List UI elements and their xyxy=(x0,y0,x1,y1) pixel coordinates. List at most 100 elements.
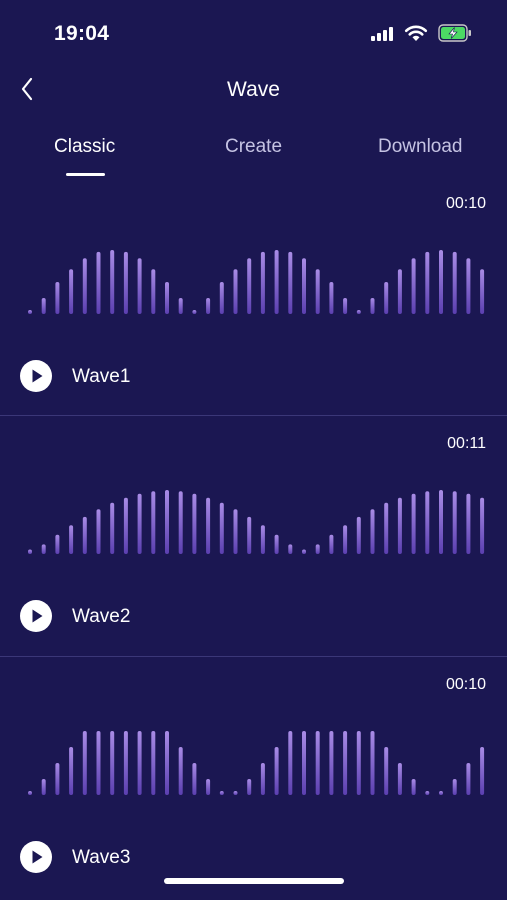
tab-create[interactable]: Create xyxy=(225,136,282,158)
tab-download[interactable]: Download xyxy=(378,136,463,158)
wave-bar xyxy=(233,509,238,554)
wave-name: Wave1 xyxy=(72,366,131,387)
play-icon[interactable] xyxy=(20,600,52,632)
wave-bar xyxy=(247,516,252,554)
wave-bar xyxy=(219,791,224,795)
wave-bar xyxy=(425,491,430,554)
wave-bar xyxy=(302,549,306,554)
wave-bar xyxy=(137,258,142,314)
wave-bar xyxy=(69,525,74,554)
wave-bar xyxy=(452,779,457,795)
wave-bar xyxy=(151,491,156,554)
wave-bars xyxy=(28,731,485,795)
wave-bar xyxy=(165,731,169,795)
wave-bar xyxy=(452,491,457,554)
wave-bar xyxy=(411,258,416,314)
wave-bar xyxy=(439,490,443,554)
wave-bar xyxy=(151,731,156,795)
tab-bar: Classic Create Download xyxy=(0,130,507,180)
wave-bar xyxy=(356,516,361,554)
wave-bars xyxy=(28,490,485,554)
signal-icon xyxy=(371,27,395,41)
wave-bar xyxy=(178,491,183,554)
wave-bar xyxy=(397,763,402,795)
wave-bar xyxy=(178,747,183,795)
wave-bar xyxy=(192,763,197,795)
wave-bar xyxy=(69,747,74,795)
wave-bar xyxy=(206,298,211,314)
wave-bar xyxy=(110,250,115,314)
wave-bar xyxy=(28,791,32,795)
wave-bar xyxy=(356,731,361,795)
wave-bar xyxy=(466,258,471,314)
wave-bar xyxy=(397,497,402,554)
wave-name: Wave2 xyxy=(72,606,131,627)
wave-bar xyxy=(96,731,101,795)
wave-bar xyxy=(151,269,156,314)
page-title: Wave xyxy=(227,78,280,101)
wave-bar xyxy=(247,258,252,314)
wave-bar xyxy=(82,731,87,795)
play-icon[interactable] xyxy=(20,841,52,873)
wave-bar xyxy=(219,282,224,314)
wave-bar xyxy=(343,731,348,795)
wave-bar xyxy=(69,269,74,314)
wave-bar xyxy=(370,731,375,795)
battery-charging-icon xyxy=(438,24,471,42)
wave-bar xyxy=(329,534,334,554)
wave-bar xyxy=(41,779,46,795)
home-indicator xyxy=(164,878,344,884)
wave-bar xyxy=(41,298,46,314)
wave-bar xyxy=(439,250,443,314)
wave-bar xyxy=(110,502,115,554)
play-icon[interactable] xyxy=(20,360,52,392)
wave-bar xyxy=(247,779,252,795)
wave-bar xyxy=(192,493,197,554)
wave-bar xyxy=(288,251,293,314)
wave-bar xyxy=(480,269,485,314)
wave-bar xyxy=(411,779,416,795)
wave-bar xyxy=(315,731,320,795)
wave-bar xyxy=(480,747,485,795)
wave-bar xyxy=(41,544,46,554)
wave-bar xyxy=(302,258,306,314)
wave-bar xyxy=(219,502,224,554)
wave-bar xyxy=(274,534,279,554)
wave-bar xyxy=(425,791,430,795)
wave-bar xyxy=(165,282,169,314)
wave-bar xyxy=(274,747,279,795)
tab-classic[interactable]: Classic xyxy=(54,136,115,158)
wave-bar xyxy=(28,310,32,314)
wave-bar xyxy=(384,747,389,795)
wave-bar xyxy=(55,282,60,314)
wave-bar xyxy=(233,269,238,314)
wave-bar xyxy=(315,544,320,554)
wave-bar xyxy=(82,258,87,314)
wave-bar xyxy=(165,490,169,554)
wave-bar xyxy=(178,298,183,314)
wave-bar xyxy=(466,763,471,795)
wave-card-3[interactable]: 00:10 Wave3 xyxy=(0,657,507,897)
wave-bar xyxy=(370,509,375,554)
wave-bar xyxy=(274,250,279,314)
wave-bar xyxy=(206,497,211,554)
wave-bar xyxy=(329,731,334,795)
wave-bar xyxy=(302,731,306,795)
wave-bar xyxy=(96,509,101,554)
wave-bar xyxy=(55,534,60,554)
wave-bar xyxy=(439,791,443,795)
wave-bar xyxy=(260,763,265,795)
wifi-icon xyxy=(404,25,428,41)
wave-bar xyxy=(288,544,293,554)
nav-bar: Wave xyxy=(0,66,507,114)
wave-card-2[interactable]: 00:11 Wave2 xyxy=(0,416,507,656)
wave-name: Wave3 xyxy=(72,847,131,868)
wave-card-1[interactable]: 00:10 Wave1 xyxy=(0,176,507,416)
wave-bar xyxy=(411,493,416,554)
wave-bar xyxy=(452,251,457,314)
wave-bar xyxy=(260,525,265,554)
wave-bar xyxy=(425,251,430,314)
wave-bar xyxy=(260,251,265,314)
wave-bar xyxy=(192,310,197,314)
status-time: 19:04 xyxy=(54,22,110,45)
